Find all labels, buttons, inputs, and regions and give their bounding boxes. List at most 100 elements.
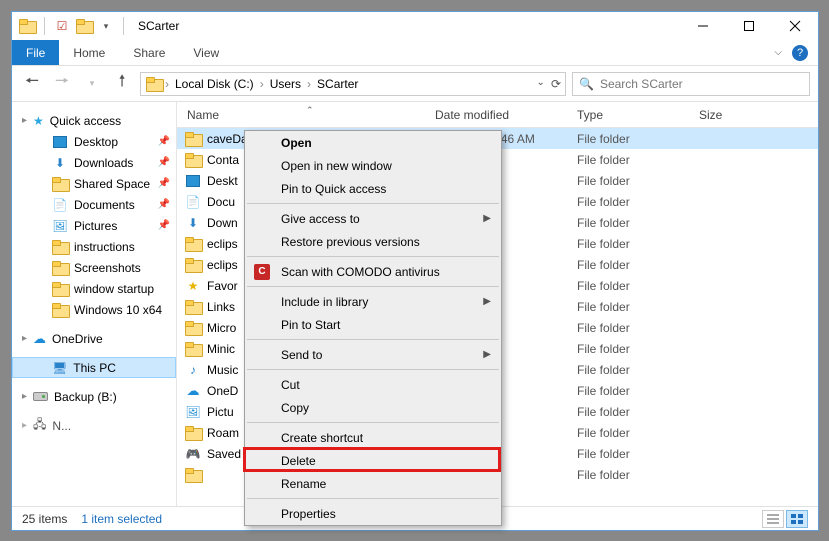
column-date[interactable]: Date modified <box>435 108 577 122</box>
context-menu-item[interactable]: Restore previous versions <box>245 230 501 253</box>
view-details-button[interactable] <box>762 510 784 528</box>
status-item-count: 25 items <box>22 512 67 526</box>
context-menu-label: Pin to Start <box>281 318 340 332</box>
sidebar-quick-access[interactable]: ▸ ★ Quick access <box>12 110 176 131</box>
qat-newfolder-icon[interactable] <box>75 17 93 35</box>
help-icon[interactable]: ? <box>792 45 808 61</box>
context-menu-item[interactable]: CScan with COMODO antivirus <box>245 260 501 283</box>
item-icon: 🖼 <box>52 218 68 234</box>
sidebar-onedrive[interactable]: ▸ ☁ OneDrive <box>12 328 176 349</box>
chevron-right-icon[interactable]: › <box>258 77 266 91</box>
context-menu-item[interactable]: Cut <box>245 373 501 396</box>
context-menu-item[interactable]: Give access to▶ <box>245 207 501 230</box>
context-menu-label: Include in library <box>281 295 368 309</box>
minimize-button[interactable] <box>680 12 726 40</box>
sidebar-backup-drive[interactable]: ▸ Backup (B:) <box>12 386 176 407</box>
tab-view[interactable]: View <box>179 40 233 65</box>
file-type: File folder <box>577 300 699 314</box>
search-icon: 🔍 <box>579 77 594 91</box>
file-type: File folder <box>577 426 699 440</box>
sidebar-item[interactable]: Windows 10 x64 <box>12 299 176 320</box>
submenu-arrow-icon: ▶ <box>483 349 491 360</box>
qat-dropdown-icon[interactable]: ▾ <box>97 17 115 35</box>
context-menu-item[interactable]: Pin to Start <box>245 313 501 336</box>
ribbon-expand-icon[interactable]: ⌵ <box>774 47 782 58</box>
pin-icon: 📌 <box>158 199 170 210</box>
crumb-users[interactable]: Users <box>266 77 305 91</box>
back-button[interactable]: 🠔 <box>20 72 44 96</box>
file-icon: 🖼 <box>185 404 201 420</box>
sort-asc-icon: ⌃ <box>306 105 314 116</box>
context-menu-item[interactable]: Rename <box>245 472 501 495</box>
sidebar-item[interactable]: window startup <box>12 278 176 299</box>
file-type: File folder <box>577 321 699 335</box>
file-name: Down <box>207 216 238 230</box>
context-menu-item[interactable]: Properties <box>245 502 501 525</box>
close-button[interactable] <box>772 12 818 40</box>
column-name[interactable]: Name⌃ <box>177 108 435 122</box>
context-menu-item[interactable]: Send to▶ <box>245 343 501 366</box>
chevron-right-icon: ▸ <box>22 333 27 344</box>
file-icon <box>185 236 201 252</box>
view-icons-button[interactable] <box>786 510 808 528</box>
window-title: SCarter <box>132 19 179 33</box>
search-input[interactable]: 🔍 Search SCarter <box>572 72 810 96</box>
ribbon: File Home Share View ⌵ ? <box>12 40 818 66</box>
column-size[interactable]: Size <box>699 108 818 122</box>
context-menu-item[interactable]: Create shortcut <box>245 426 501 449</box>
recent-dropdown[interactable]: ▾ <box>80 72 104 96</box>
sidebar-network[interactable]: ▸ 🖧 N... <box>12 415 176 436</box>
title-bar[interactable]: ☑ ▾ SCarter <box>12 12 818 40</box>
sidebar-item[interactable]: instructions <box>12 236 176 257</box>
file-name: Saved <box>207 447 241 461</box>
sidebar-item[interactable]: 📄Documents📌 <box>12 194 176 215</box>
tab-home[interactable]: Home <box>59 40 119 65</box>
context-menu-item[interactable]: Include in library▶ <box>245 290 501 313</box>
item-icon <box>52 239 68 255</box>
context-menu-label: Give access to <box>281 212 360 226</box>
crumb-current[interactable]: SCarter <box>313 77 362 91</box>
forward-button[interactable]: 🠖 <box>50 72 74 96</box>
item-icon <box>52 281 68 297</box>
qat-properties-icon[interactable]: ☑ <box>53 17 71 35</box>
sidebar-item-label: instructions <box>74 240 135 254</box>
file-icon <box>185 173 201 189</box>
sidebar-item[interactable]: Desktop📌 <box>12 131 176 152</box>
maximize-button[interactable] <box>726 12 772 40</box>
column-headers: Name⌃ Date modified Type Size <box>177 102 818 128</box>
file-tab[interactable]: File <box>12 40 59 65</box>
refresh-icon[interactable]: ⟳ <box>551 77 561 91</box>
navigation-pane[interactable]: ▸ ★ Quick access Desktop📌⬇Downloads📌Shar… <box>12 102 177 506</box>
context-menu-label: Delete <box>281 454 316 468</box>
file-type: File folder <box>577 174 699 188</box>
sidebar-item-label: Shared Space <box>74 177 150 191</box>
file-icon: ★ <box>185 278 201 294</box>
comodo-icon: C <box>253 263 271 281</box>
chevron-right-icon[interactable]: › <box>305 77 313 91</box>
address-dropdown-icon[interactable]: ⌄ <box>537 77 545 91</box>
sidebar-item[interactable]: Shared Space📌 <box>12 173 176 194</box>
crumb-drive[interactable]: Local Disk (C:) <box>171 77 258 91</box>
chevron-right-icon[interactable]: › <box>163 77 171 91</box>
file-name: Micro <box>207 321 236 335</box>
context-menu-label: Copy <box>281 401 309 415</box>
context-menu-item[interactable]: Open <box>245 131 501 154</box>
file-icon: ♪ <box>185 362 201 378</box>
context-menu-label: Cut <box>281 378 300 392</box>
context-menu-item[interactable]: Pin to Quick access <box>245 177 501 200</box>
item-icon: 📄 <box>52 197 68 213</box>
sidebar-item[interactable]: 🖼Pictures📌 <box>12 215 176 236</box>
context-menu-item[interactable]: Copy <box>245 396 501 419</box>
file-type: File folder <box>577 132 699 146</box>
tab-share[interactable]: Share <box>119 40 179 65</box>
column-type[interactable]: Type <box>577 108 699 122</box>
file-type: File folder <box>577 342 699 356</box>
context-menu-item[interactable]: Open in new window <box>245 154 501 177</box>
up-button[interactable]: 🠕 <box>110 72 134 96</box>
file-name: Minic <box>207 342 235 356</box>
address-bar[interactable]: › Local Disk (C:) › Users › SCarter ⌄ ⟳ <box>140 72 566 96</box>
context-menu-item[interactable]: Delete <box>245 449 501 472</box>
sidebar-item[interactable]: Screenshots <box>12 257 176 278</box>
sidebar-this-pc[interactable]: 🖥 This PC <box>12 357 176 378</box>
sidebar-item[interactable]: ⬇Downloads📌 <box>12 152 176 173</box>
